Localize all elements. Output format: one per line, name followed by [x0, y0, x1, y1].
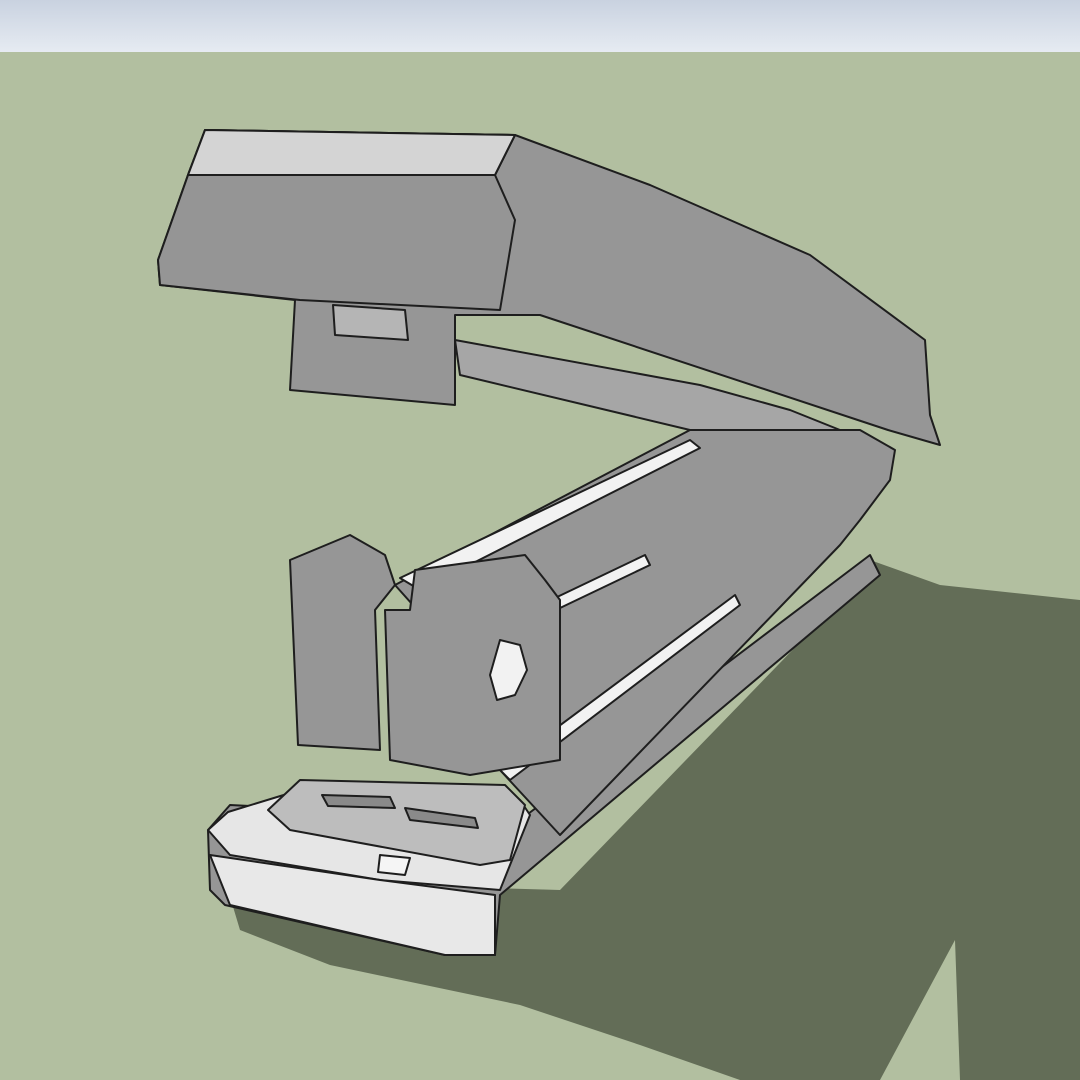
front-guide-left[interactable] — [289, 534, 396, 751]
top-cover-tab — [332, 304, 409, 341]
stapler-model[interactable] — [0, 0, 1080, 1080]
anvil-slot-left — [321, 794, 396, 809]
top-cover-edge — [187, 129, 516, 176]
sketchup-viewport[interactable] — [0, 0, 1080, 1080]
base-front-tab — [377, 854, 411, 876]
